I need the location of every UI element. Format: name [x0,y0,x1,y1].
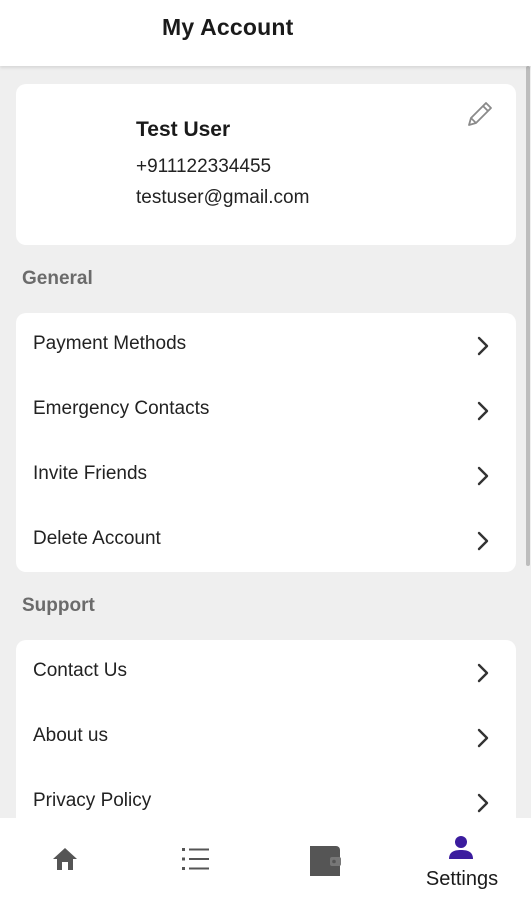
chevron-right-icon [477,793,489,813]
bottom-navigation: Settings [0,818,531,900]
page-title: My Account [162,14,294,40]
list-item-invite-friends[interactable]: Invite Friends [16,443,516,508]
list-item-label: Delete Account [33,528,161,549]
wallet-icon [310,846,341,876]
list-item-about-us[interactable]: About us [16,705,516,770]
app-header: My Account [0,0,531,66]
nav-tab-settings[interactable]: Settings [396,818,528,900]
pencil-icon[interactable] [464,98,496,130]
list-item-label: Privacy Policy [33,790,152,811]
chevron-right-icon [477,401,489,421]
chevron-right-icon [477,728,489,748]
person-icon [449,836,473,859]
chevron-right-icon [477,531,489,551]
support-list: Contact Us About us Privacy Policy [16,640,516,840]
chevron-right-icon [477,466,489,486]
list-item-label: Contact Us [33,660,127,681]
chevron-right-icon [477,663,489,683]
nav-tab-label: Settings [425,868,499,890]
section-title-general: General [22,268,93,289]
list-item-payment-methods[interactable]: Payment Methods [16,313,516,378]
list-item-contact-us[interactable]: Contact Us [16,640,516,705]
section-title-support: Support [22,595,95,616]
list-item-label: About us [33,725,108,746]
list-item-label: Invite Friends [33,463,148,484]
nav-tab-wallet[interactable] [264,818,396,900]
nav-tab-home[interactable] [0,818,132,900]
list-item-delete-account[interactable]: Delete Account [16,508,516,573]
list-item-label: Emergency Contacts [33,398,210,419]
scrollbar[interactable] [526,66,530,566]
profile-email: testuser@gmail.com [136,187,310,208]
list-item-emergency-contacts[interactable]: Emergency Contacts [16,378,516,443]
profile-phone: +911122334455 [136,156,272,177]
my-account-screen: My Account Test User +911122334455 testu… [0,0,531,900]
profile-card: Test User +911122334455 testuser@gmail.c… [16,84,516,245]
home-icon [53,848,77,870]
list-icon [182,848,209,870]
profile-name: Test User [136,118,231,141]
nav-tab-list[interactable] [132,818,264,900]
chevron-right-icon [477,336,489,356]
list-item-label: Payment Methods [33,333,187,354]
general-list: Payment Methods Emergency Contacts Invit… [16,313,516,572]
